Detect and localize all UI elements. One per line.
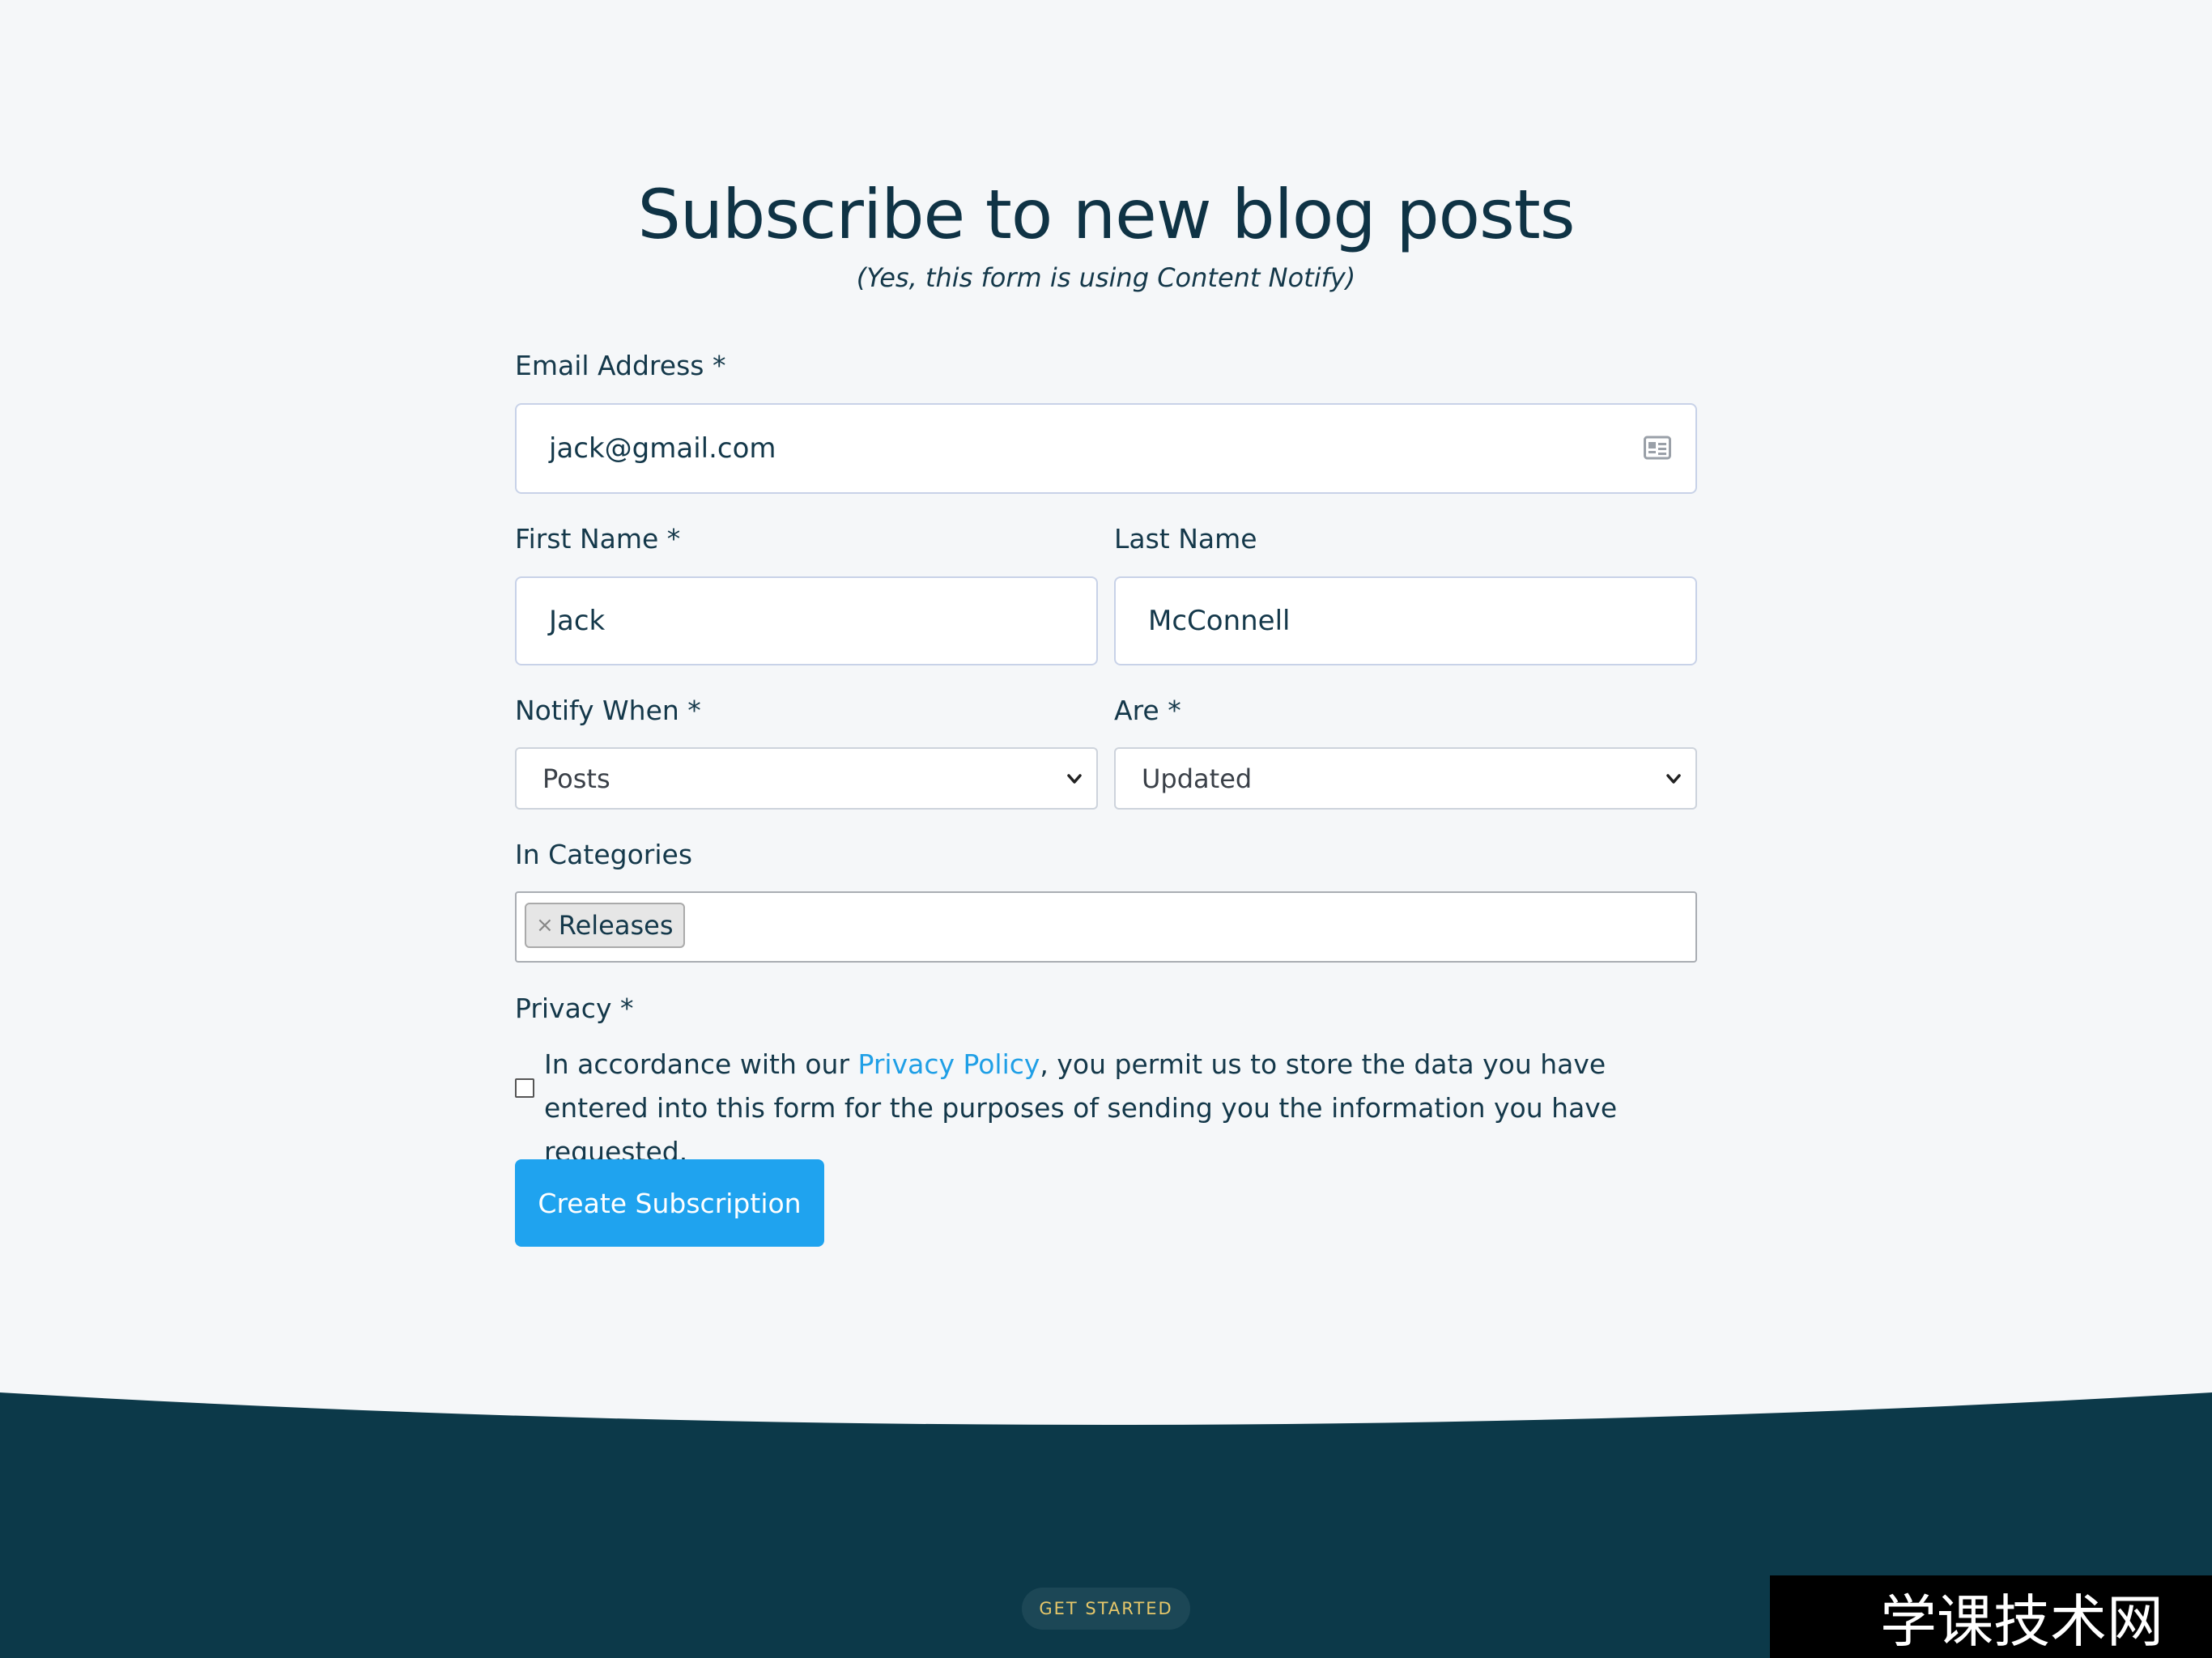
create-subscription-button[interactable]: Create Subscription bbox=[515, 1159, 824, 1247]
privacy-text-before: In accordance with our bbox=[544, 1048, 858, 1080]
category-tag: × Releases bbox=[525, 903, 685, 948]
page-subtitle: (Yes, this form is using Content Notify) bbox=[856, 262, 1356, 293]
notify-when-select[interactable]: Posts bbox=[515, 747, 1098, 810]
privacy-checkbox[interactable] bbox=[515, 1078, 534, 1098]
notify-when-selected: Posts bbox=[542, 763, 610, 794]
category-tag-label: Releases bbox=[558, 910, 674, 941]
are-select[interactable]: Updated bbox=[1114, 747, 1697, 810]
are-selected: Updated bbox=[1142, 763, 1253, 794]
last-name-field[interactable]: McConnell bbox=[1114, 576, 1697, 665]
first-name-field[interactable]: Jack bbox=[515, 576, 1098, 665]
privacy-consent-text: In accordance with our Privacy Policy, y… bbox=[544, 1043, 1694, 1174]
privacy-label: Privacy * bbox=[515, 993, 634, 1024]
chevron-down-icon bbox=[1666, 774, 1681, 784]
get-started-badge[interactable]: GET STARTED bbox=[1022, 1588, 1190, 1630]
last-name-label: Last Name bbox=[1114, 523, 1257, 555]
notify-when-label: Notify When * bbox=[515, 695, 701, 726]
email-field[interactable]: jack@gmail.com bbox=[515, 403, 1697, 494]
email-value: jack@gmail.com bbox=[549, 432, 776, 465]
page-title: Subscribe to new blog posts bbox=[637, 175, 1576, 255]
contact-card-icon[interactable] bbox=[1644, 436, 1671, 460]
first-name-value: Jack bbox=[549, 605, 606, 637]
watermark: 学课技术网 bbox=[1770, 1575, 2212, 1658]
privacy-policy-link[interactable]: Privacy Policy bbox=[858, 1048, 1040, 1080]
categories-tag-input[interactable]: × Releases bbox=[515, 891, 1697, 963]
categories-label: In Categories bbox=[515, 839, 693, 870]
email-label: Email Address * bbox=[515, 350, 726, 381]
tag-remove-icon[interactable]: × bbox=[536, 913, 554, 937]
first-name-label: First Name * bbox=[515, 523, 681, 555]
are-label: Are * bbox=[1114, 695, 1181, 726]
chevron-down-icon bbox=[1067, 774, 1082, 784]
last-name-value: McConnell bbox=[1148, 605, 1291, 637]
